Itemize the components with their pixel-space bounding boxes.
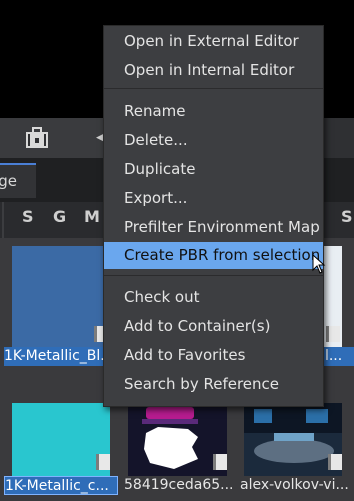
- context-menu: Open in External Editor Open in Internal…: [103, 25, 324, 407]
- menu-item-open-external[interactable]: Open in External Editor: [104, 28, 323, 54]
- menu-item-add-favorites[interactable]: Add to Favorites: [104, 342, 323, 368]
- thumbnail-badge-icon: [96, 454, 110, 470]
- menu-item-delete[interactable]: Delete...: [104, 127, 323, 153]
- thumbnail-label[interactable]: 1K-Metallic_Bl...: [4, 347, 116, 366]
- thumbnail-badge-icon: [326, 326, 340, 342]
- menu-item-duplicate[interactable]: Duplicate: [104, 156, 323, 182]
- filter-s2-button[interactable]: S: [341, 207, 353, 226]
- menu-separator: [104, 88, 323, 89]
- menu-item-export[interactable]: Export...: [104, 185, 323, 211]
- thumbnail-label[interactable]: 1K-Metallic_c...: [4, 476, 118, 495]
- menu-item-check-out[interactable]: Check out: [104, 284, 323, 310]
- thumbnail-badge-icon: [213, 454, 227, 470]
- thumbnail-label[interactable]: 58419ceda65...: [124, 476, 234, 495]
- menu-item-add-container[interactable]: Add to Container(s): [104, 313, 323, 339]
- menu-item-rename[interactable]: Rename: [104, 98, 323, 124]
- thumbnail-label[interactable]: alex-volkov-vi...: [240, 476, 354, 495]
- menu-item-create-pbr[interactable]: Create PBR from selection: [104, 242, 323, 269]
- briefcase-lock-icon[interactable]: [25, 127, 49, 149]
- menu-item-search-reference[interactable]: Search by Reference: [104, 371, 323, 397]
- mouse-cursor-icon: [312, 254, 326, 274]
- tab-label: age: [0, 172, 17, 190]
- filter-s-button[interactable]: S: [22, 207, 34, 226]
- thumbnail-metallic-blue[interactable]: [12, 246, 106, 352]
- filter-g-button[interactable]: G: [53, 207, 66, 226]
- menu-item-open-internal[interactable]: Open in Internal Editor: [104, 57, 323, 83]
- toolbar-tile: [0, 118, 104, 158]
- thumbnail-badge-icon: [328, 454, 342, 470]
- filter-separator: [2, 202, 4, 238]
- filter-m-button[interactable]: M: [84, 207, 100, 226]
- menu-separator: [104, 275, 323, 276]
- menu-item-prefilter-env-map[interactable]: Prefilter Environment Map: [104, 214, 323, 240]
- tab-storage[interactable]: age: [0, 163, 36, 198]
